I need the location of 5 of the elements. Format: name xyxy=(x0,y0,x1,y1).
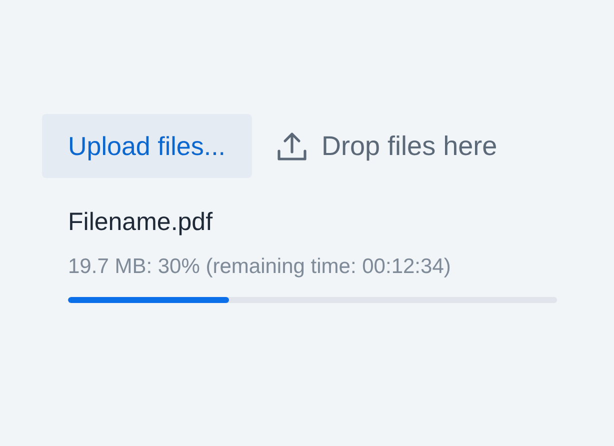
drop-zone-label: Drop files here xyxy=(322,130,498,162)
file-name: Filename.pdf xyxy=(68,208,214,237)
upload-files-button[interactable]: Upload files... xyxy=(42,114,252,178)
upload-icon xyxy=(276,130,308,162)
upload-status: 19.7 MB: 30% (remaining time: 00:12:34) xyxy=(68,255,452,279)
